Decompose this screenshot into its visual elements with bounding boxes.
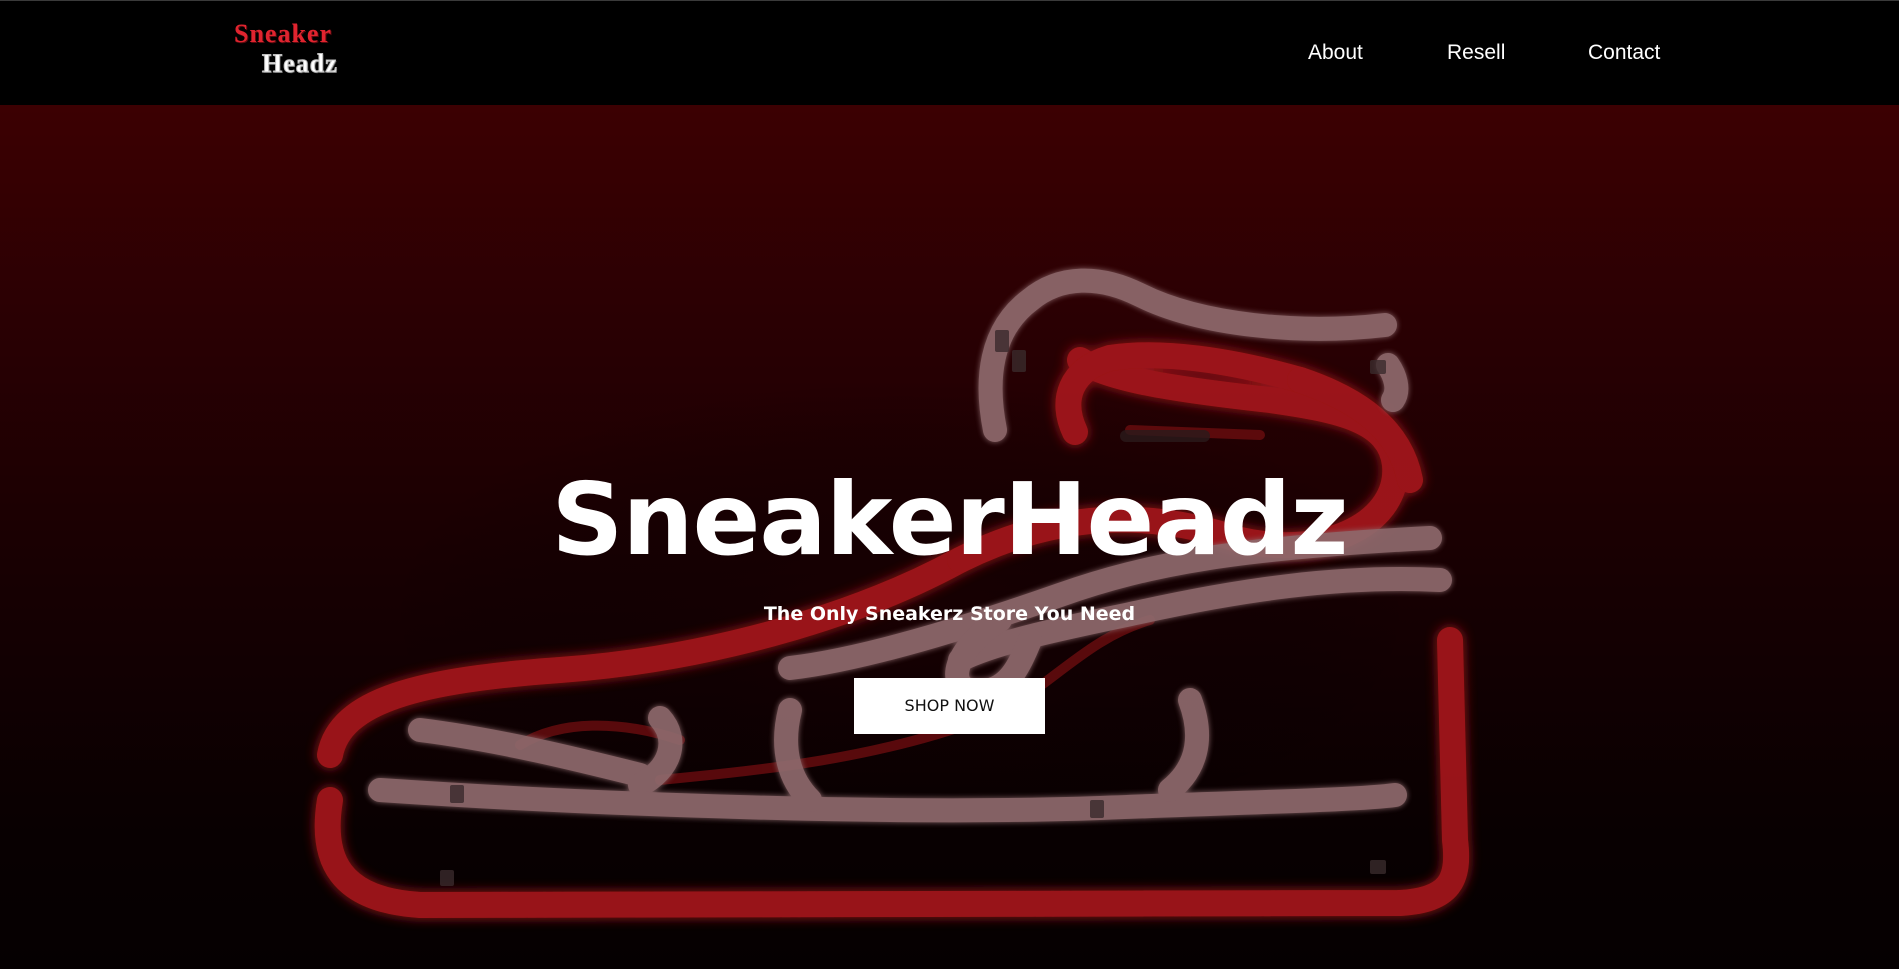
top-navbar: Sneaker Headz About Resell Contact bbox=[0, 0, 1899, 105]
nav-link-resell[interactable]: Resell bbox=[1447, 41, 1505, 65]
logo-line-sneaker: Sneaker bbox=[234, 19, 332, 48]
hero-subtitle: The Only Sneakerz Store You Need bbox=[763, 603, 1136, 625]
hero-content: SneakerHeadz The Only Sneakerz Store You… bbox=[0, 105, 1899, 969]
hero-section: SneakerHeadz The Only Sneakerz Store You… bbox=[0, 105, 1899, 969]
hero-title: SneakerHeadz bbox=[551, 461, 1348, 578]
shop-now-button[interactable]: SHOP NOW bbox=[854, 678, 1045, 734]
nav-link-about[interactable]: About bbox=[1308, 41, 1363, 65]
logo-line-headz: Headz bbox=[262, 49, 338, 79]
nav-link-contact[interactable]: Contact bbox=[1588, 41, 1660, 65]
sneakerheadz-logo[interactable]: Sneaker Headz bbox=[232, 19, 352, 83]
